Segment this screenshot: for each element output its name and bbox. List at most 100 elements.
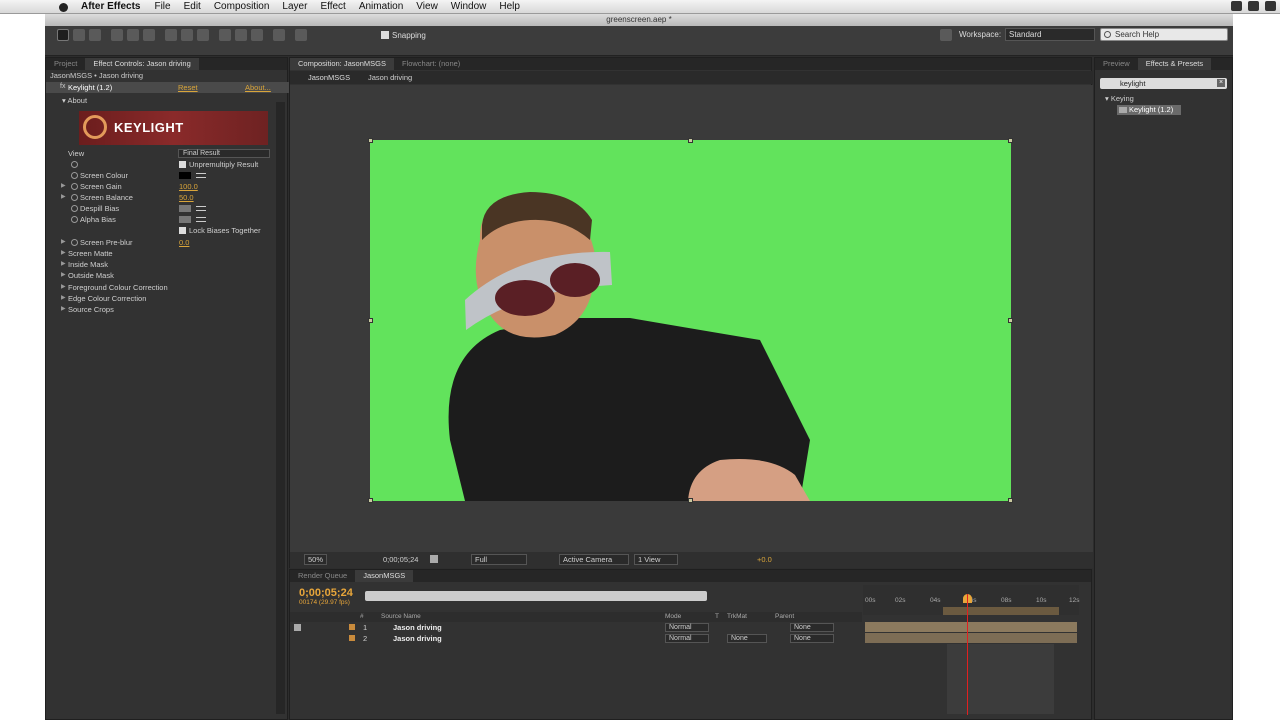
evernote-icon[interactable] [1265,1,1276,11]
menu-view[interactable]: View [416,1,438,12]
layer-trkmat-select[interactable]: None [727,634,767,643]
crumb-layer[interactable]: Jason driving [368,73,412,82]
stopwatch-icon[interactable] [71,194,78,201]
menu-animation[interactable]: Animation [359,1,403,12]
tab-render-queue[interactable]: Render Queue [290,570,355,582]
eyedropper-icon[interactable] [196,206,206,211]
workspace-icon[interactable] [940,29,952,41]
puppet-tool-icon[interactable] [295,29,307,41]
clone-stamp-tool-icon[interactable] [235,29,247,41]
expand-triangle-icon[interactable]: ▶ [61,248,66,259]
fx-icon[interactable]: fx [60,83,65,90]
snapping-checkbox[interactable] [381,31,389,39]
group-foreground-cc[interactable]: ▶ Foreground Colour Correction [46,282,289,293]
menu-effect[interactable]: Effect [320,1,345,12]
transform-handle[interactable] [688,138,693,143]
workspace-select[interactable]: Standard [1005,28,1095,41]
transform-handle[interactable] [1008,138,1013,143]
effect-item-keylight[interactable]: Keylight (1.2) [1117,105,1181,115]
transform-handle[interactable] [368,498,373,503]
camera-tool-icon[interactable] [127,29,139,41]
group-edge-cc[interactable]: ▶ Edge Colour Correction [46,293,289,304]
eraser-tool-icon[interactable] [251,29,263,41]
composition-viewer[interactable] [290,85,1093,553]
rotate-tool-icon[interactable] [111,29,123,41]
layer-mode-select[interactable]: Normal [665,634,709,643]
visibility-eye-icon[interactable] [294,624,301,631]
crumb-comp[interactable]: JasonMSGS [308,73,350,82]
menu-edit[interactable]: Edit [184,1,201,12]
clear-search-icon[interactable]: × [1217,79,1225,87]
camera-view-select[interactable]: Active Camera [559,554,629,565]
col-trkmat[interactable]: TrkMat [727,613,747,620]
group-source-crops[interactable]: ▶ Source Crops [46,304,289,315]
layer-parent-select[interactable]: None [790,623,834,632]
expand-triangle-icon[interactable]: ▶ [61,282,66,293]
effect-controls-scrollbar[interactable] [276,102,285,714]
group-screen-matte[interactable]: ▶ Screen Matte [46,248,289,259]
reset-link[interactable]: Reset [178,83,198,92]
app-status-icon[interactable] [1248,1,1259,11]
snapping-toggle[interactable]: Snapping [381,29,426,42]
col-parent[interactable]: Parent [775,613,794,620]
timeline-timecode[interactable]: 0;00;05;24 [299,587,353,599]
screen-preblur-value[interactable]: 0.0 [179,237,189,248]
transform-handle[interactable] [688,498,693,503]
playhead-line[interactable] [967,594,968,715]
tab-effect-controls[interactable]: Effect Controls: Jason driving [85,58,199,70]
transform-handle[interactable] [368,318,373,323]
col-mode[interactable]: Mode [665,613,681,620]
roto-brush-tool-icon[interactable] [273,29,285,41]
tab-timeline-comp[interactable]: JasonMSGS [355,570,414,582]
current-time-display[interactable]: 0;00;05;24 [383,555,418,564]
selection-tool-icon[interactable] [57,29,69,41]
group-inside-mask[interactable]: ▶ Inside Mask [46,259,289,270]
eyedropper-icon[interactable] [196,173,206,178]
layer-duration-bar[interactable] [865,633,1077,643]
layer-row[interactable]: 2 Jason driving Normal None None [290,633,862,644]
tab-effects-presets[interactable]: Effects & Presets [1137,58,1212,70]
mask-tool-icon[interactable] [165,29,177,41]
layer-row[interactable]: 1 Jason driving Normal None [290,622,862,633]
pen-tool-icon[interactable] [181,29,193,41]
col-number[interactable]: # [360,613,364,620]
work-area-bar[interactable] [943,607,1059,615]
col-source-name[interactable]: Source Name [381,613,421,620]
about-link[interactable]: About... [245,83,271,92]
magnification-select[interactable]: 50% [304,554,328,565]
stopwatch-icon[interactable] [71,161,78,168]
layer-mode-select[interactable]: Normal [665,623,709,632]
transform-handle[interactable] [1008,318,1013,323]
stopwatch-icon[interactable] [71,183,78,190]
resolution-select[interactable]: Full [471,554,527,565]
label-color-icon[interactable] [349,635,355,641]
hand-tool-icon[interactable] [73,29,85,41]
menu-file[interactable]: File [154,1,170,12]
screen-gain-value[interactable]: 100.0 [179,181,198,192]
menu-help[interactable]: Help [499,1,520,12]
expand-triangle-icon[interactable]: ▶ [61,293,66,304]
pan-behind-tool-icon[interactable] [143,29,155,41]
menu-composition[interactable]: Composition [214,1,270,12]
stopwatch-icon[interactable] [71,205,78,212]
effect-header[interactable]: fx Keylight (1.2) Reset About... [46,82,289,93]
tab-composition[interactable]: Composition: JasonMSGS [290,58,394,70]
stopwatch-icon[interactable] [71,216,78,223]
expand-triangle-icon[interactable]: ▶ [61,270,66,281]
effects-category[interactable]: ▾ Keying [1105,94,1134,103]
screen-record-icon[interactable] [1231,1,1242,11]
effects-search-input[interactable]: keylight × [1100,78,1227,89]
comp-frame[interactable] [370,140,1011,501]
screen-colour-swatch[interactable] [179,172,191,179]
search-help-input[interactable]: Search Help [1100,28,1228,41]
transform-handle[interactable] [1008,498,1013,503]
apple-icon[interactable] [57,1,71,13]
eyedropper-icon[interactable] [196,217,206,222]
snapshot-icon[interactable] [430,555,438,563]
tab-flowchart[interactable]: Flowchart: (none) [394,58,468,70]
stopwatch-icon[interactable] [71,239,78,246]
group-outside-mask[interactable]: ▶ Outside Mask [46,270,289,281]
despill-bias-swatch[interactable] [179,205,191,212]
layer-name[interactable]: Jason driving [393,623,442,632]
expand-triangle-icon[interactable]: ▶ [61,304,66,315]
